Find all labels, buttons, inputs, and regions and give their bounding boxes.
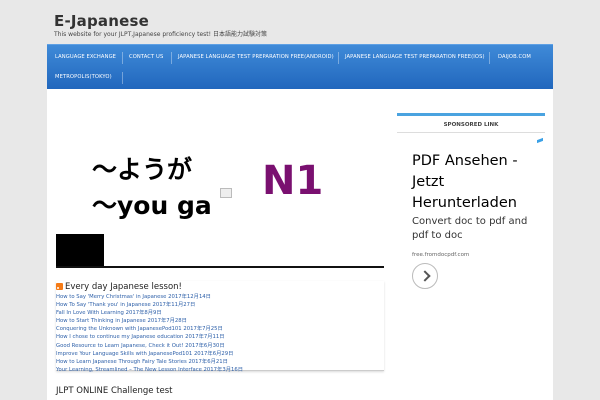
rss-item[interactable]: How to Start Thinking in Japanese 2017年7… xyxy=(56,317,384,325)
site-title[interactable]: E-Japanese xyxy=(54,12,149,30)
rss-item[interactable]: How I chose to continue my Japanese educ… xyxy=(56,333,384,341)
sponsored-ad[interactable]: PDF Ansehen - Jetzt Herunterladen Conver… xyxy=(408,137,545,297)
featured-black-block xyxy=(56,234,104,268)
broken-image-icon xyxy=(220,188,232,198)
ad-body: Convert doc to pdf and pdf to doc xyxy=(412,216,528,241)
ad-url[interactable]: free.fromdocpdf.com xyxy=(412,252,469,258)
nav-separator xyxy=(171,52,172,64)
nav-item-test-prep-android[interactable]: JAPANESE LANGUAGE TEST PREPARATION FREE(… xyxy=(178,54,334,60)
rss-icon[interactable] xyxy=(56,283,63,290)
sidebar-accent-bar xyxy=(397,113,545,116)
rss-item[interactable]: Improve Your Language Skills with Japane… xyxy=(56,350,384,358)
rss-item[interactable]: Fall In Love With Learning 2017年8月9日 xyxy=(56,309,384,317)
sidebar-title: SPONSORED LINK xyxy=(443,122,499,128)
rss-item[interactable]: Good Resource to Learn Japanese, Check i… xyxy=(56,342,384,350)
rss-item[interactable]: Your Learning, Streamlined – The New Les… xyxy=(56,366,384,374)
rss-item[interactable]: How to Say 'Merry Christmas' in Japanese… xyxy=(56,293,384,301)
featured-line-japanese: 〜ようが xyxy=(92,155,193,184)
rss-item[interactable]: Conquering the Unknown with JapanesePod1… xyxy=(56,325,384,333)
nav-item-test-prep-ios[interactable]: JAPANESE LANGUAGE TEST PREPARATION FREE(… xyxy=(345,54,485,60)
main-navigation: LANGUAGE EXCHANGE CONTACT US JAPANESE LA… xyxy=(47,44,553,89)
nav-separator xyxy=(489,52,490,64)
featured-level-badge: N1 xyxy=(262,158,324,204)
featured-line-romaji: 〜you ga xyxy=(92,191,212,220)
ad-choices-icon[interactable] xyxy=(537,137,545,145)
sidebar-divider xyxy=(397,132,545,133)
nav-separator xyxy=(338,52,339,64)
ad-headline[interactable]: PDF Ansehen - Jetzt Herunterladen xyxy=(412,151,542,214)
nav-item-daijob[interactable]: DAIJOB.COM xyxy=(498,54,531,60)
nav-separator xyxy=(122,72,123,84)
rss-heading[interactable]: Every day Japanese lesson! xyxy=(56,282,182,292)
nav-item-metropolis[interactable]: METROPOLIS(TOKYO) xyxy=(55,74,112,80)
jlpt-challenge-heading: JLPT ONLINE Challenge test xyxy=(56,386,173,396)
rss-item[interactable]: How to Learn Japanese Through Fairy Tale… xyxy=(56,358,384,366)
featured-image[interactable]: 〜ようが 〜you ga N1 xyxy=(56,118,384,268)
rss-item[interactable]: How To Say 'Thank you' in Japanese 2017年… xyxy=(56,301,384,309)
rss-widget: Every day Japanese lesson! How to Say 'M… xyxy=(56,281,384,374)
ad-arrow-button[interactable] xyxy=(412,263,438,289)
nav-item-language-exchange[interactable]: LANGUAGE EXCHANGE xyxy=(55,54,116,60)
featured-bottom-rule xyxy=(56,266,384,268)
rss-list: How to Say 'Merry Christmas' in Japanese… xyxy=(56,293,384,374)
nav-item-contact-us[interactable]: CONTACT US xyxy=(129,54,163,60)
site-tagline: This website for your JLPT,Japanese prof… xyxy=(54,31,267,38)
rss-heading-label[interactable]: Every day Japanese lesson! xyxy=(65,282,182,292)
nav-separator xyxy=(122,52,123,64)
